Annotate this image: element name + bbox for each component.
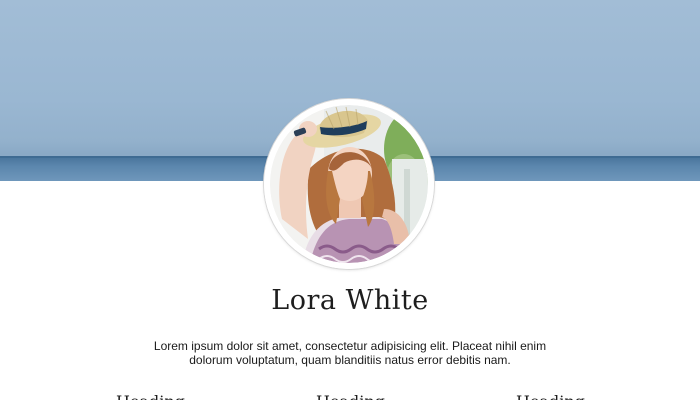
column-heading: Heading	[316, 392, 385, 400]
profile-photo-icon	[264, 99, 434, 269]
avatar	[264, 99, 434, 269]
profile-bio: Lorem ipsum dolor sit amet, consectetur …	[153, 339, 547, 367]
column-headings: Heading Heading Heading	[0, 392, 700, 400]
column-heading: Heading	[116, 392, 185, 400]
profile-name: Lora White	[271, 285, 429, 316]
column-heading: Heading	[516, 392, 585, 400]
profile-page: Lora White Lorem ipsum dolor sit amet, c…	[0, 0, 700, 400]
